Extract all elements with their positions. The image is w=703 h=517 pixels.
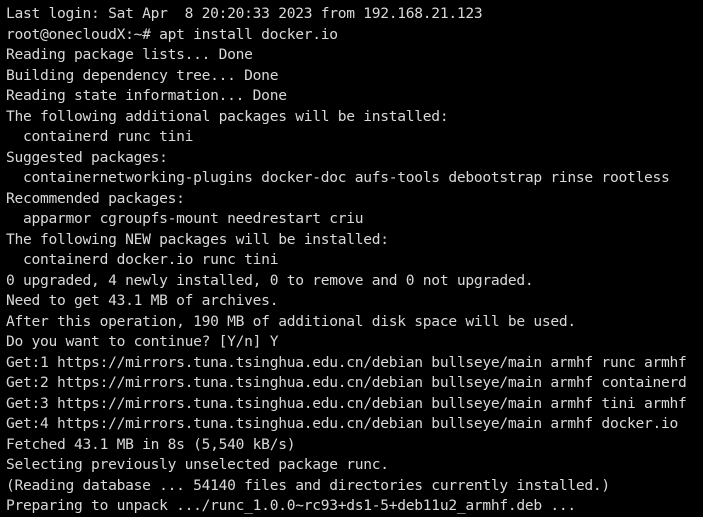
terminal-line: Selecting previously unselected package … xyxy=(6,456,389,473)
terminal-line: Need to get 43.1 MB of archives. xyxy=(6,292,279,309)
terminal-line: root@onecloudX:~# apt install docker.io xyxy=(6,25,338,43)
terminal-line: Do you want to continue? [Y/n] Y xyxy=(6,333,279,350)
terminal-line: containernetworking-plugins docker-doc a… xyxy=(6,169,670,186)
terminal-output[interactable]: Last login: Sat Apr 8 20:20:33 2023 from… xyxy=(6,4,703,517)
terminal-line: The following additional packages will b… xyxy=(6,107,449,125)
terminal-line: containerd runc tini xyxy=(6,128,194,145)
terminal-line: containerd docker.io runc tini xyxy=(6,251,279,268)
terminal-line: Preparing to unpack .../runc_1.0.0~rc93+… xyxy=(6,497,576,514)
terminal-line: Get:2 https://mirrors.tuna.tsinghua.edu.… xyxy=(6,374,687,391)
terminal-line: 0 upgraded, 4 newly installed, 0 to remo… xyxy=(6,271,534,289)
terminal-line: apparmor cgroupfs-mount needrestart criu xyxy=(6,210,364,227)
terminal-line: The following NEW packages will be insta… xyxy=(6,230,389,248)
terminal-line: Get:1 https://mirrors.tuna.tsinghua.edu.… xyxy=(6,353,687,371)
terminal-line: Reading state information... Done xyxy=(6,87,287,104)
terminal-window[interactable]: Last login: Sat Apr 8 20:20:33 2023 from… xyxy=(0,0,703,517)
terminal-line: Suggested packages: xyxy=(6,148,168,166)
terminal-line: After this operation, 190 MB of addition… xyxy=(6,312,576,330)
terminal-line: Get:4 https://mirrors.tuna.tsinghua.edu.… xyxy=(6,415,678,432)
terminal-line: Fetched 43.1 MB in 8s (5,540 kB/s) xyxy=(6,435,296,453)
terminal-line: Get:3 https://mirrors.tuna.tsinghua.edu.… xyxy=(6,394,687,412)
terminal-line: (Reading database ... 54140 files and di… xyxy=(6,476,610,494)
terminal-line: Recommended packages: xyxy=(6,189,185,207)
terminal-line: Reading package lists... Done xyxy=(6,46,253,63)
terminal-line: Building dependency tree... Done xyxy=(6,66,279,84)
terminal-line: Last login: Sat Apr 8 20:20:33 2023 from… xyxy=(6,5,483,22)
